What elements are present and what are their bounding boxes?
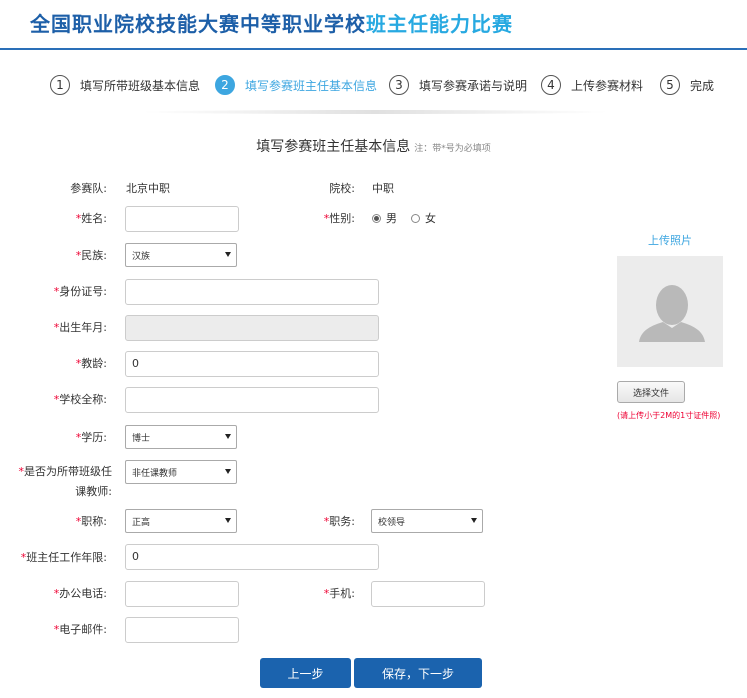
step-3-label: 填写参赛承诺与说明 — [419, 78, 528, 93]
gender-female-label: 女 — [425, 212, 436, 225]
ht-years-label-wrap: *班主任工作年限: — [20, 551, 107, 564]
ethnicity-select[interactable]: 汉族 — [125, 243, 237, 267]
step-indicator: 1 填写所带班级基本信息 2 填写参赛班主任基本信息 3 填写参赛承诺与说明 4… — [0, 66, 747, 106]
step-divider-shadow — [140, 110, 610, 114]
step-4: 4 上传参赛材料 — [541, 74, 643, 96]
chevron-down-icon — [471, 518, 477, 523]
photo-placeholder — [617, 256, 723, 367]
birth-date-input — [125, 315, 379, 341]
teach-years-label-wrap: *教龄: — [75, 357, 107, 370]
step-3: 3 填写参赛承诺与说明 — [389, 74, 527, 96]
gender-male-label: 男 — [386, 212, 397, 225]
avatar-icon — [639, 285, 705, 342]
gender-label-wrap: *性别: — [323, 212, 355, 225]
page-title: 全国职业院校技能大赛中等职业学校班主任能力比赛 — [30, 8, 513, 37]
position-select[interactable]: 校领导 — [371, 509, 483, 533]
gender-label: 性别: — [329, 212, 355, 225]
photo-hint: (请上传小于2M的1寸证件照) — [617, 411, 721, 420]
position-label-wrap: *职务: — [323, 515, 355, 528]
office-phone-input[interactable] — [125, 581, 239, 607]
step-5: 5 完成 — [660, 74, 714, 96]
gender-male-radio[interactable] — [372, 213, 381, 223]
email-input[interactable] — [125, 617, 239, 643]
name-label: 姓名: — [81, 212, 107, 225]
ethnicity-label: 民族: — [81, 249, 107, 262]
is-teacher-label-wrap: *是否为所带班级任 课教师: — [19, 462, 113, 502]
chevron-down-icon — [225, 518, 231, 523]
school-full-label: 学校全称: — [59, 393, 107, 406]
save-next-button[interactable]: 保存，下一步 — [354, 658, 482, 688]
title-rank-selected: 正高 — [132, 518, 151, 528]
teach-years-label: 教龄: — [81, 357, 107, 370]
title-accent: 班主任能力比赛 — [366, 12, 513, 36]
choose-file-button[interactable]: 选择文件 — [617, 381, 685, 403]
email-label: 电子邮件: — [59, 623, 107, 636]
title-main: 全国职业院校技能大赛中等职业学校 — [30, 12, 366, 36]
title-rank-label-wrap: *职称: — [75, 515, 107, 528]
chevron-down-icon — [225, 252, 231, 257]
education-selected: 博士 — [132, 434, 151, 444]
step-5-number: 5 — [660, 75, 680, 95]
form-heading: 填写参赛班主任基本信息 注：带*号为必填项 — [0, 136, 747, 156]
team-value: 北京中职 — [126, 182, 170, 195]
education-label: 学历: — [81, 431, 107, 444]
step-1-number: 1 — [50, 75, 70, 95]
is-teacher-label-line1: 是否为所带班级任 — [24, 465, 112, 478]
ethnicity-label-wrap: *民族: — [75, 249, 107, 262]
school-label: 院校: — [329, 182, 355, 195]
team-label: 参赛队: — [70, 182, 107, 195]
education-label-wrap: *学历: — [75, 431, 107, 444]
gender-female-radio[interactable] — [411, 213, 420, 223]
mobile-input[interactable] — [371, 581, 485, 607]
prev-step-button[interactable]: 上一步 — [260, 658, 351, 688]
name-input[interactable] — [125, 206, 239, 232]
birth-label-wrap: *出生年月: — [53, 321, 107, 334]
school-full-label-wrap: *学校全称: — [53, 393, 107, 406]
gender-radio-group: 男 女 — [372, 210, 436, 226]
ethnicity-selected: 汉族 — [132, 252, 151, 262]
title-rank-label: 职称: — [81, 515, 107, 528]
is-course-teacher-selected: 非任课教师 — [132, 469, 178, 479]
homeroom-years-input[interactable]: 0 — [125, 544, 379, 570]
id-number-input[interactable] — [125, 279, 379, 305]
name-label-wrap: *姓名: — [75, 212, 107, 225]
id-label-wrap: *身份证号: — [53, 285, 107, 298]
position-label: 职务: — [329, 515, 355, 528]
teach-years-input[interactable]: 0 — [125, 351, 379, 377]
position-selected: 校领导 — [378, 518, 406, 528]
ht-years-label: 班主任工作年限: — [26, 551, 107, 564]
school-full-name-input[interactable] — [125, 387, 379, 413]
office-phone-label-wrap: *办公电话: — [53, 587, 107, 600]
is-teacher-label-line2: 课教师: — [75, 485, 112, 498]
page-header: 全国职业院校技能大赛中等职业学校班主任能力比赛 — [0, 0, 747, 50]
step-1: 1 填写所带班级基本信息 — [50, 74, 200, 96]
step-4-label: 上传参赛材料 — [571, 78, 644, 93]
mobile-label: 手机: — [329, 587, 355, 600]
mobile-label-wrap: *手机: — [323, 587, 355, 600]
step-2-number: 2 — [215, 75, 235, 95]
chevron-down-icon — [225, 469, 231, 474]
school-value: 中职 — [372, 182, 394, 195]
email-label-wrap: *电子邮件: — [53, 623, 107, 636]
step-5-label: 完成 — [690, 78, 715, 93]
education-select[interactable]: 博士 — [125, 425, 237, 449]
office-phone-label: 办公电话: — [59, 587, 107, 600]
step-4-number: 4 — [541, 75, 561, 95]
form-title: 填写参赛班主任基本信息 — [256, 139, 411, 155]
chevron-down-icon — [225, 434, 231, 439]
step-2: 2 填写参赛班主任基本信息 — [215, 74, 377, 96]
step-1-label: 填写所带班级基本信息 — [80, 78, 201, 93]
is-course-teacher-select[interactable]: 非任课教师 — [125, 460, 237, 484]
upload-photo-link[interactable]: 上传照片 — [617, 232, 723, 248]
step-3-number: 3 — [389, 75, 409, 95]
title-rank-select[interactable]: 正高 — [125, 509, 237, 533]
id-label: 身份证号: — [59, 285, 107, 298]
birth-label: 出生年月: — [59, 321, 107, 334]
step-2-label: 填写参赛班主任基本信息 — [245, 78, 378, 93]
required-note: 注：带*号为必填项 — [414, 144, 491, 154]
